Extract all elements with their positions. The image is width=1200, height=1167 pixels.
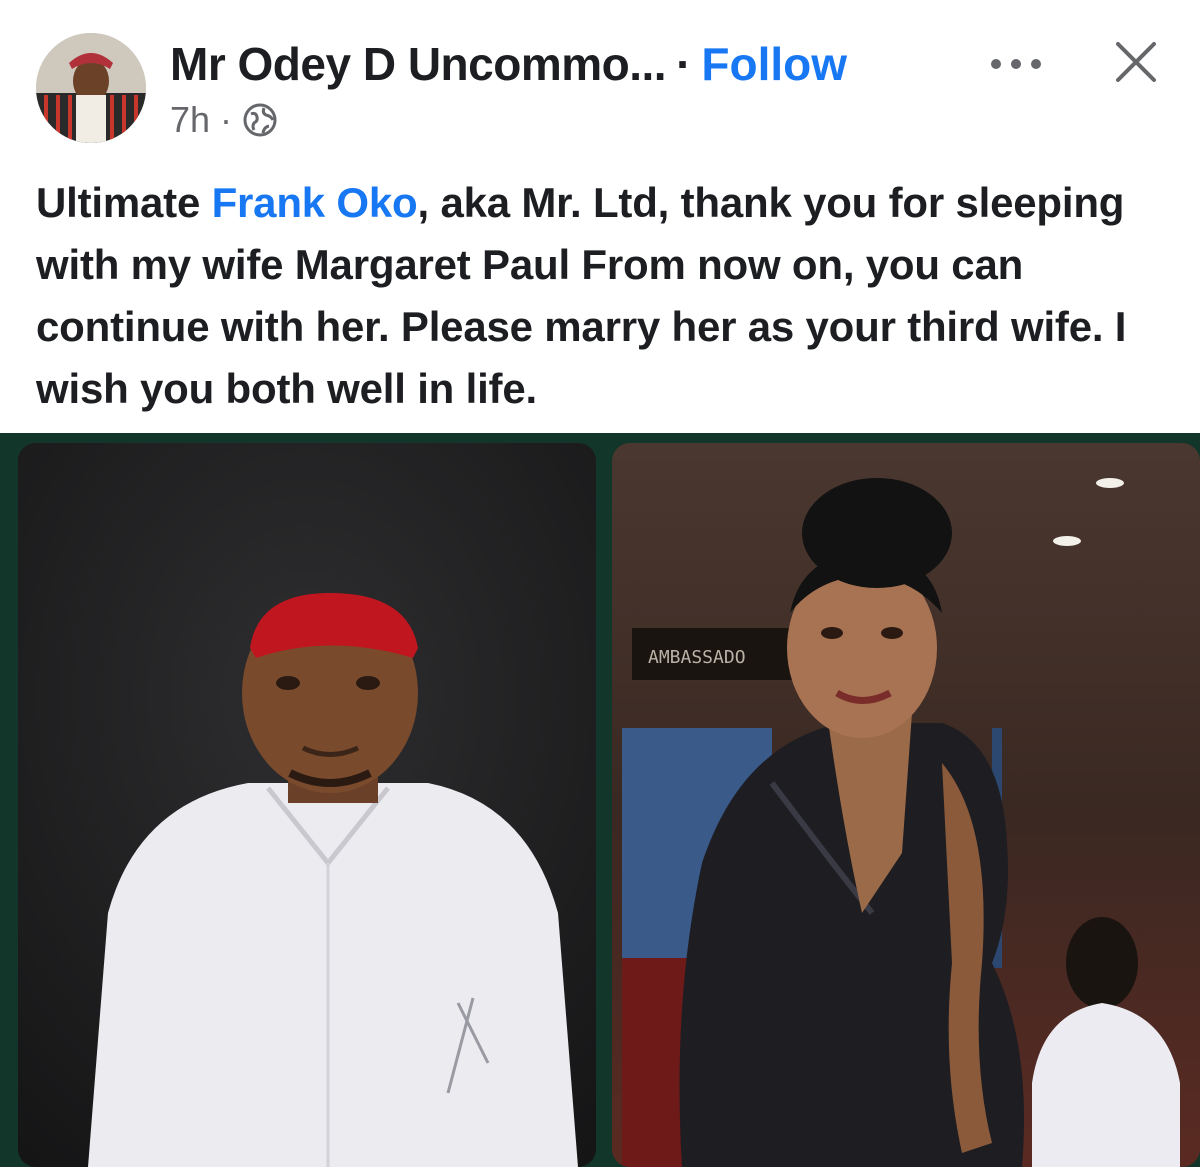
sign-text: AMBASSADO [648, 647, 746, 668]
author-row: Mr Odey D Uncommo... · Follow [170, 34, 847, 94]
meta-separator: · [220, 99, 233, 140]
avatar-image [36, 33, 146, 143]
post-header: Mr Odey D Uncommo... · Follow 7h · [0, 0, 1200, 150]
follow-button[interactable]: Follow [701, 37, 847, 91]
post-text-intro: Ultimate [36, 179, 212, 226]
author-name[interactable]: Mr Odey D Uncommo... [170, 37, 667, 91]
globe-icon[interactable] [242, 102, 278, 138]
post-photo[interactable]: AMBASSADO [0, 433, 1200, 1167]
avatar[interactable] [36, 33, 146, 143]
separator-dot: · [676, 38, 692, 90]
post-meta: 7h · [170, 95, 278, 145]
mention-link[interactable]: Frank Oko [212, 179, 418, 226]
post-text: Ultimate Frank Oko, aka Mr. Ltd, thank y… [36, 172, 1176, 420]
close-icon[interactable] [1112, 38, 1160, 86]
photo-right-woman: AMBASSADO [612, 443, 1200, 1167]
timestamp[interactable]: 7h [170, 99, 210, 141]
more-options-icon[interactable] [988, 52, 1044, 76]
photo-left-man [18, 443, 596, 1167]
